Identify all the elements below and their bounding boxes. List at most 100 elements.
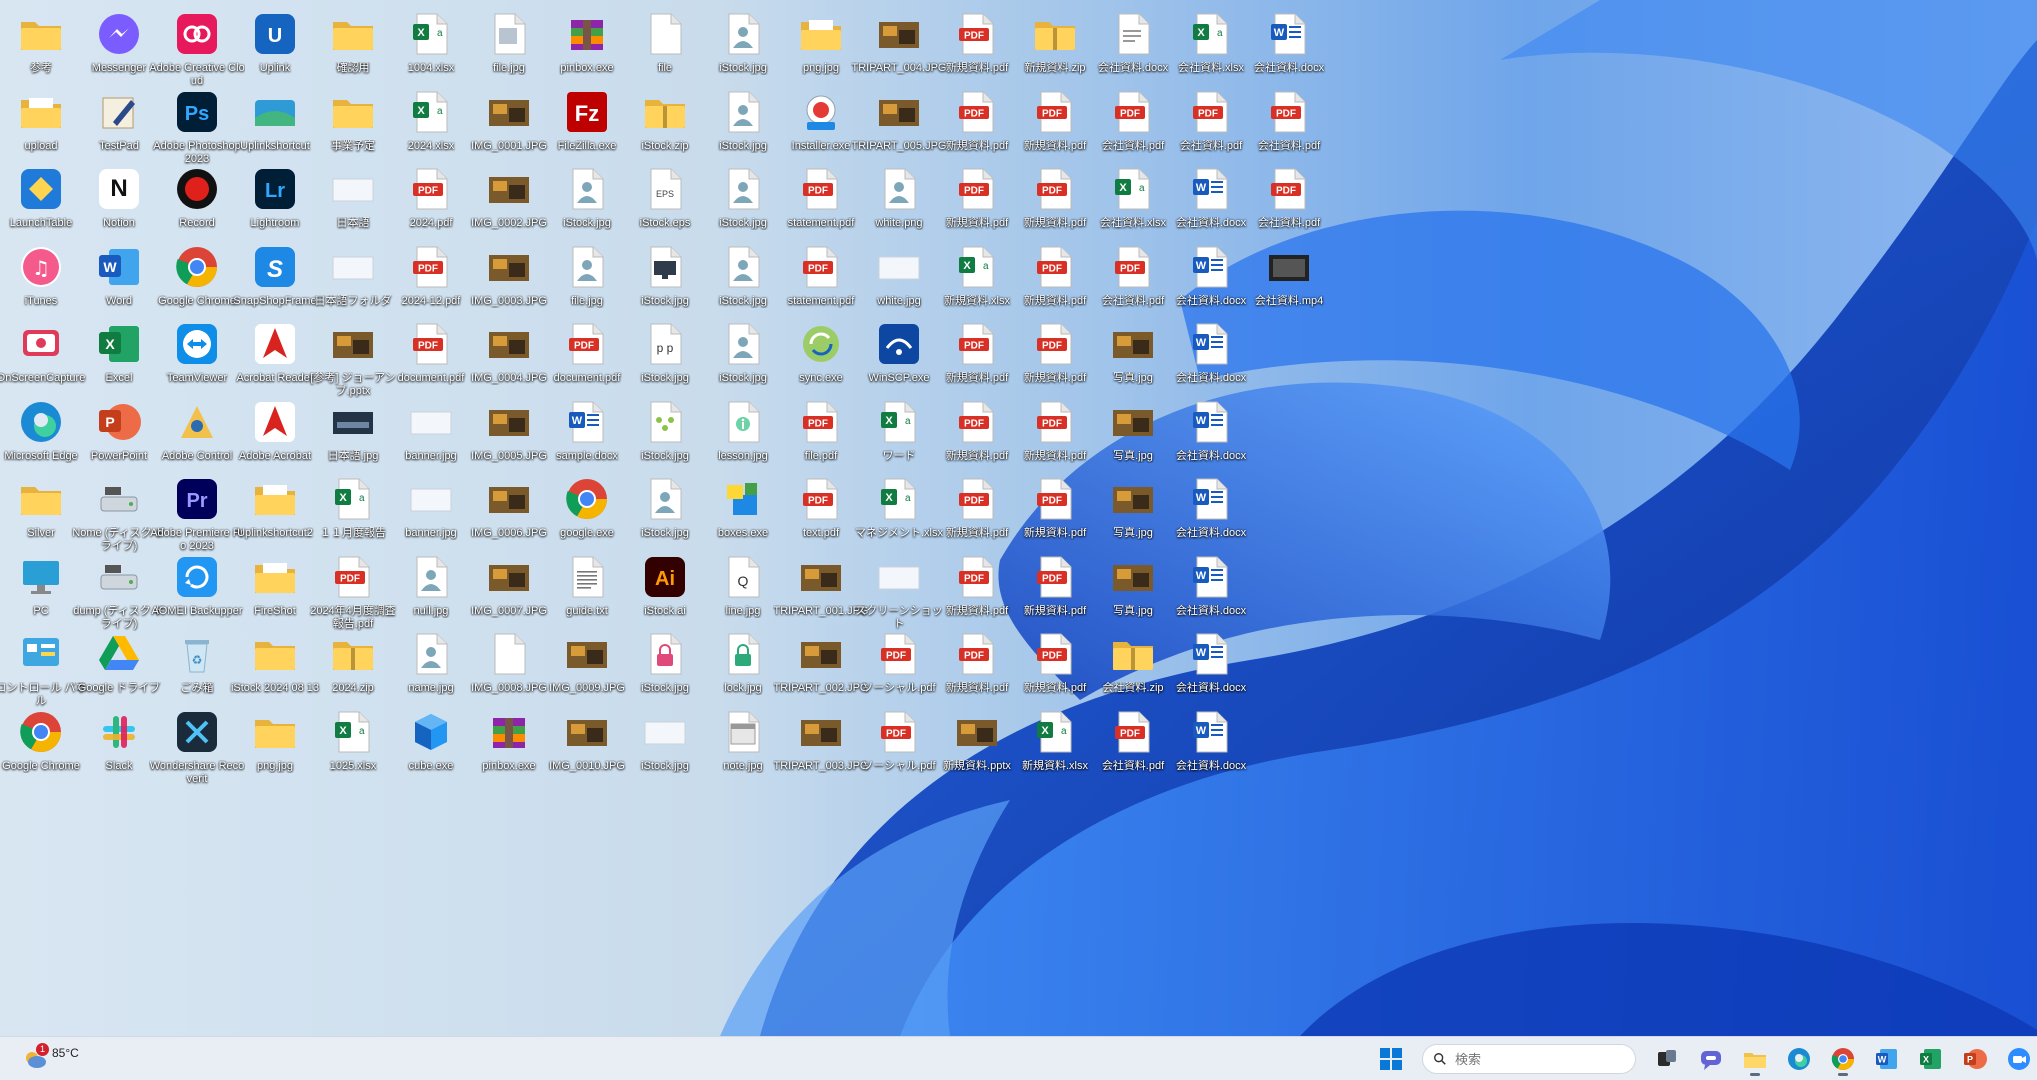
svg-text:U: U: [268, 25, 282, 47]
excel-icon: X: [95, 320, 143, 368]
doc-blank-icon: [1109, 10, 1157, 58]
pdf-icon: PDF: [953, 630, 1001, 678]
svg-text:X: X: [885, 492, 893, 504]
desktop-icon-label: 会社資料.mp4: [1254, 294, 1324, 307]
lock-green-icon: [719, 630, 767, 678]
svg-text:PDF: PDF: [418, 186, 438, 197]
pdf-icon: PDF: [1109, 243, 1157, 291]
pdf-icon: PDF: [1187, 88, 1235, 136]
q-file-icon: Q: [719, 553, 767, 601]
chrome-icon: [173, 243, 221, 291]
desktop-icon[interactable]: W 会社資料.docx: [1163, 700, 1259, 796]
creative-cloud-icon: [173, 10, 221, 58]
app-dark-icon: [173, 708, 221, 756]
app-gold-icon: [173, 398, 221, 446]
folder-icon: [17, 475, 65, 523]
pdf-icon: PDF: [953, 165, 1001, 213]
pdf-icon: PDF: [953, 553, 1001, 601]
desktop-icon-label: 会社資料.docx: [1253, 62, 1325, 74]
search-input[interactable]: [1453, 1050, 1627, 1068]
desktop[interactable]: 参考 upload LaunchTable ♫ iTunes OnScreenCaptur…: [0, 0, 2037, 1036]
zoom-button[interactable]: [2000, 1041, 2037, 1077]
pdf-icon: PDF: [797, 243, 845, 291]
task-view-button[interactable]: [1648, 1041, 1686, 1077]
start-button[interactable]: [1372, 1041, 1410, 1077]
svg-text:P: P: [1967, 1055, 1973, 1065]
svg-text:a: a: [905, 416, 911, 427]
chat-button[interactable]: [1692, 1041, 1730, 1077]
svg-text:a: a: [437, 106, 443, 117]
svg-text:PDF: PDF: [574, 341, 594, 352]
weather-widget[interactable]: 1 85°C: [22, 1043, 102, 1075]
svg-text:PDF: PDF: [808, 496, 828, 507]
svg-text:a: a: [1061, 726, 1067, 737]
edge-button[interactable]: [1780, 1041, 1818, 1077]
word-file-icon: W: [1187, 398, 1235, 446]
svg-text:PDF: PDF: [964, 341, 984, 352]
svg-text:PDF: PDF: [964, 186, 984, 197]
chrome-icon: [563, 475, 611, 523]
svg-text:PDF: PDF: [1042, 573, 1062, 584]
image-blank-icon: [329, 165, 377, 213]
search-icon: [1434, 1053, 1446, 1065]
chrome-button[interactable]: [1824, 1041, 1862, 1077]
image-photo-icon: [563, 708, 611, 756]
svg-text:N: N: [110, 175, 127, 202]
svg-text:X: X: [1119, 182, 1127, 194]
excel-file-icon: Xa: [1187, 10, 1235, 58]
taskbar-apps: W X P: [1372, 1041, 2037, 1077]
pdf-icon: PDF: [407, 320, 455, 368]
folder-doc-icon: [251, 553, 299, 601]
person-file-icon: [719, 165, 767, 213]
svg-text:W: W: [1196, 182, 1207, 194]
excel-button[interactable]: X: [1912, 1041, 1950, 1077]
edge-icon: [17, 398, 65, 446]
image-photo-icon: [797, 630, 845, 678]
image-photo-icon: [485, 243, 533, 291]
pdf-icon: PDF: [1031, 320, 1079, 368]
word-file-icon: W: [1187, 165, 1235, 213]
excel-file-icon: Xa: [1031, 708, 1079, 756]
svg-text:PDF: PDF: [1276, 108, 1296, 119]
image-photo-icon: [485, 553, 533, 601]
svg-text:W: W: [1196, 260, 1207, 272]
monitor-file-icon: [641, 243, 689, 291]
image-photo-icon: [485, 320, 533, 368]
person-file-icon: [719, 320, 767, 368]
lock-pink-icon: [641, 630, 689, 678]
control-panel-icon: [17, 630, 65, 678]
image-photo-icon: [485, 165, 533, 213]
excel-file-icon: Xa: [875, 475, 923, 523]
pdf-icon: PDF: [797, 398, 845, 446]
word-button[interactable]: W: [1868, 1041, 1906, 1077]
svg-text:EPS: EPS: [656, 189, 674, 199]
acrobat-icon: [251, 320, 299, 368]
acrobat-icon: [251, 398, 299, 446]
svg-text:X: X: [339, 725, 347, 737]
excel-file-icon: Xa: [329, 708, 377, 756]
svg-text:a: a: [359, 493, 365, 504]
powerpoint-button[interactable]: P: [1956, 1041, 1994, 1077]
person-file-icon: [641, 475, 689, 523]
taskbar: 1 85°C 検索 W X P: [0, 1036, 2037, 1080]
pp-file-icon: p p: [641, 320, 689, 368]
taskbar-search[interactable]: [1422, 1044, 1636, 1074]
app-pen-icon: [95, 88, 143, 136]
svg-text:W: W: [103, 259, 117, 275]
pdf-icon: PDF: [797, 165, 845, 213]
svg-text:Lr: Lr: [265, 180, 285, 202]
svg-text:PDF: PDF: [1120, 728, 1140, 739]
installer-icon: [797, 88, 845, 136]
pdf-icon: PDF: [1031, 243, 1079, 291]
pdf-icon: PDF: [953, 398, 1001, 446]
pdf-icon: PDF: [1031, 475, 1079, 523]
file-explorer-button[interactable]: [1736, 1041, 1774, 1077]
desktop-icon[interactable]: 会社資料.mp4: [1241, 235, 1337, 331]
image-blank-icon: [875, 553, 923, 601]
zip-icon: [1031, 10, 1079, 58]
svg-text:X: X: [105, 336, 115, 352]
folder-icon: [251, 708, 299, 756]
svg-text:W: W: [1196, 647, 1207, 659]
image-photo-icon: [1109, 553, 1157, 601]
desktop-icon-label: 会社資料.docx: [1175, 449, 1247, 462]
